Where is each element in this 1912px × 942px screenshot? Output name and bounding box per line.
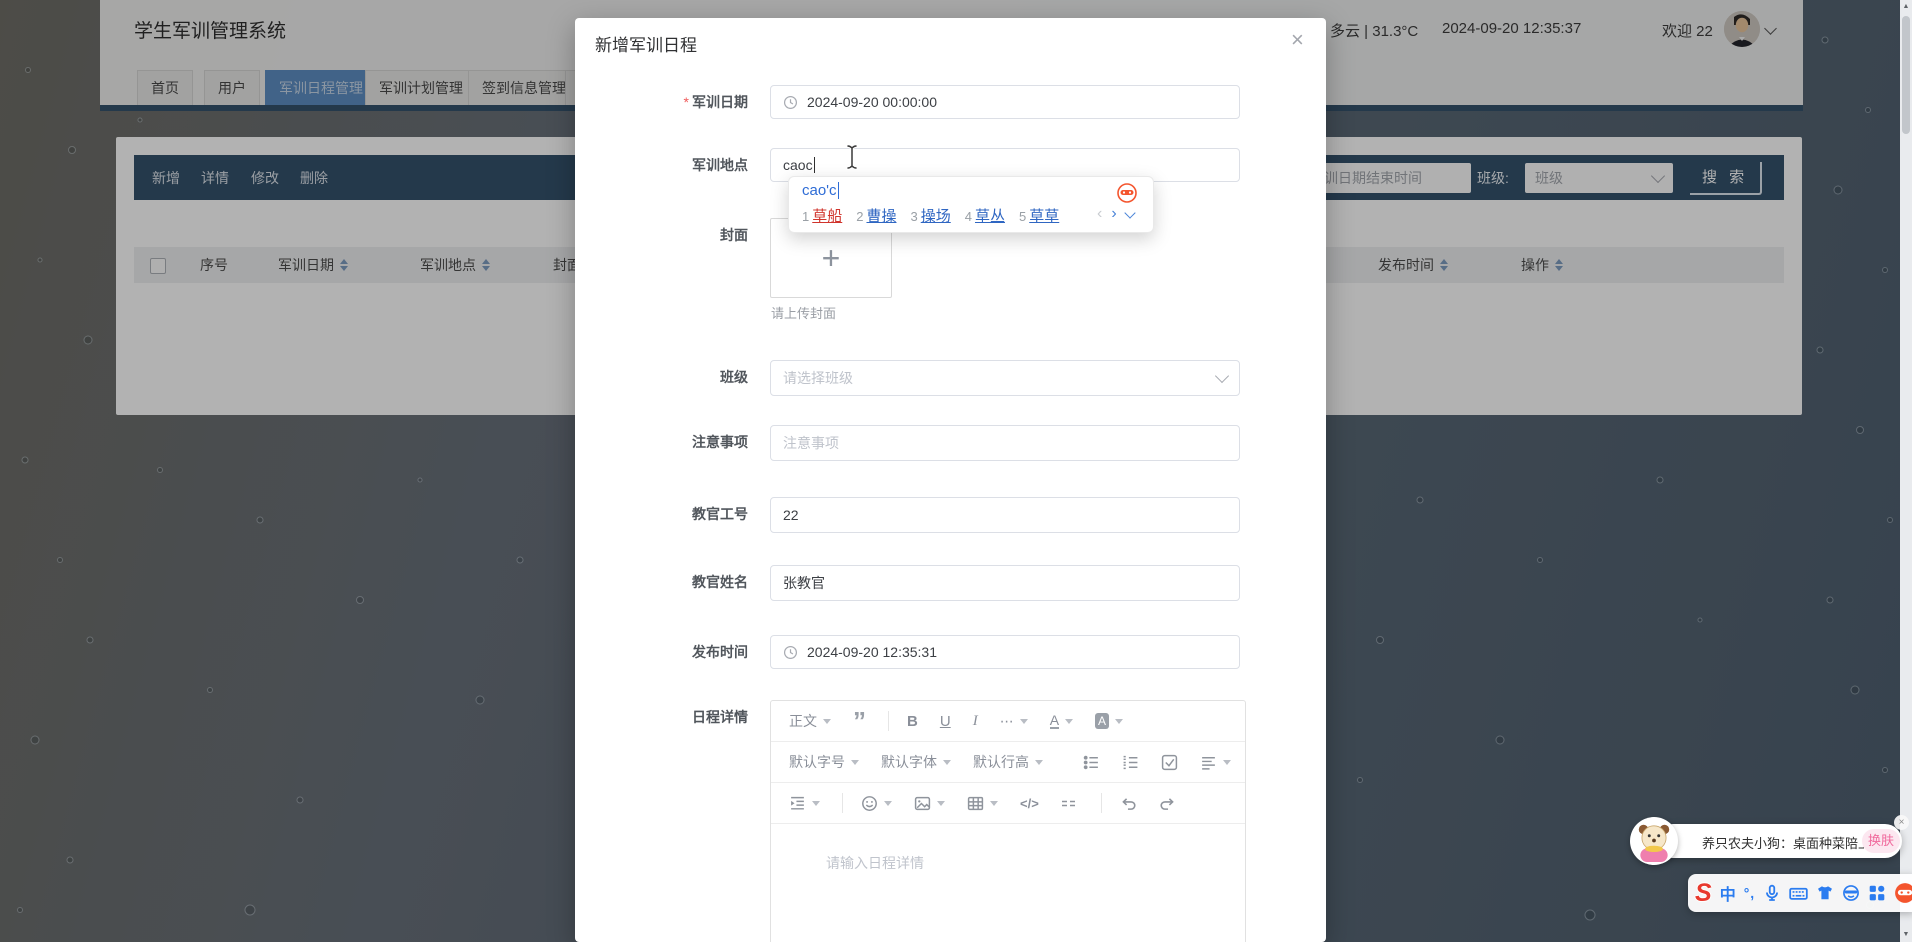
chinese-mode-icon[interactable]: 中 xyxy=(1720,881,1736,905)
divider-rule-icon[interactable] xyxy=(1061,795,1079,812)
bold-icon[interactable]: B xyxy=(907,713,918,730)
notice-input[interactable]: 注意事项 xyxy=(770,425,1240,461)
redo-icon[interactable] xyxy=(1159,795,1176,812)
toolbar-divider xyxy=(842,793,843,813)
ime-toolbar: S 中 °, xyxy=(1688,874,1912,912)
class-select-chevron-down-icon xyxy=(1215,369,1229,383)
add-schedule-modal: 新增军训日程 × *军训日期 2024-09-20 00:00:00 军训地点 … xyxy=(575,18,1326,942)
class-select[interactable]: 请选择班级 xyxy=(770,360,1240,396)
bg-color-dropdown[interactable]: A xyxy=(1095,713,1123,729)
ime-candidate-3[interactable]: 3操场 xyxy=(911,205,951,226)
skin-shirt-icon[interactable] xyxy=(1816,884,1834,902)
publish-time-label: 发布时间 xyxy=(575,642,748,662)
clock-icon xyxy=(783,645,798,660)
richtext-editor: 正文 ” B U I ⋯ A A 默认字号 默认字体 默认行高 xyxy=(770,700,1246,942)
ime-candidate-list: 1草船 2曹操 3操场 4草丛 5草草 xyxy=(802,205,1073,226)
change-skin-button[interactable]: 换肤 xyxy=(1862,829,1900,853)
sogou-ai-face-icon[interactable] xyxy=(1894,882,1912,904)
blockquote-icon[interactable]: ” xyxy=(853,714,866,728)
font-size-dropdown[interactable]: 默认字号 xyxy=(789,752,859,772)
toolbox-grid-icon[interactable] xyxy=(1868,884,1886,902)
location-value: caoc xyxy=(783,157,813,173)
cover-upload-tip: 请上传封面 xyxy=(771,303,836,322)
undo-icon[interactable] xyxy=(1120,795,1137,812)
detail-field-label: 日程详情 xyxy=(575,707,748,727)
ime-next-page-icon[interactable]: › xyxy=(1111,205,1116,223)
pet-message-bubble: 养只农夫小狗：桌面种菜陪上班 换肤 xyxy=(1656,824,1902,858)
modal-title: 新增军训日程 xyxy=(595,31,697,56)
bullet-list-icon[interactable] xyxy=(1083,754,1100,771)
notice-placeholder: 注意事项 xyxy=(783,433,839,453)
ime-paging: ‹ › xyxy=(1097,205,1134,223)
publish-time-value: 2024-09-20 12:35:31 xyxy=(807,644,937,660)
ime-composition: cao'c xyxy=(802,182,839,199)
cover-field-label: 封面 xyxy=(575,225,748,245)
dog-pet-icon xyxy=(1633,820,1675,862)
ime-caret xyxy=(838,182,839,199)
modal-close-icon[interactable]: × xyxy=(1291,27,1304,53)
plus-icon: + xyxy=(822,240,841,277)
class-field-label: 班级 xyxy=(575,367,748,387)
instructor-id-input[interactable]: 22 xyxy=(770,497,1240,533)
ime-prev-page-icon[interactable]: ‹ xyxy=(1097,205,1102,223)
punctuation-mode-icon[interactable]: °, xyxy=(1744,885,1756,901)
browser-scrollbar[interactable]: ▲ ▼ xyxy=(1900,0,1912,942)
font-color-dropdown[interactable]: A xyxy=(1050,713,1073,729)
instructor-name-value: 张教官 xyxy=(783,573,825,593)
image-dropdown[interactable] xyxy=(914,795,945,812)
todo-list-icon[interactable] xyxy=(1161,754,1178,771)
code-icon[interactable]: </> xyxy=(1020,796,1039,811)
pet-message-text: 养只农夫小狗：桌面种菜陪上班 xyxy=(1702,833,1864,852)
ordered-list-icon[interactable] xyxy=(1122,754,1139,771)
required-star: * xyxy=(684,94,689,110)
editor-toolbar-row1: 正文 ” B U I ⋯ A A xyxy=(771,701,1245,742)
desktop-screen: 学生军训管理系统 多云 | 31.3°C 2024-09-20 12:35:37… xyxy=(0,0,1912,942)
line-height-dropdown[interactable]: 默认行高 xyxy=(973,752,1043,772)
paragraph-style-dropdown[interactable]: 正文 xyxy=(789,711,831,731)
ime-candidate-2[interactable]: 2曹操 xyxy=(856,205,896,226)
pet-avatar[interactable] xyxy=(1630,817,1678,865)
italic-icon[interactable]: I xyxy=(973,713,978,730)
text-caret xyxy=(814,157,815,173)
voice-input-mic-icon[interactable] xyxy=(1763,884,1781,902)
editor-placeholder[interactable]: 请输入日程详情 xyxy=(826,853,924,873)
indent-dropdown[interactable] xyxy=(789,795,820,812)
date-value: 2024-09-20 00:00:00 xyxy=(807,94,937,110)
pet-close-icon[interactable]: × xyxy=(1894,815,1909,830)
class-select-placeholder: 请选择班级 xyxy=(783,368,853,388)
notice-field-label: 注意事项 xyxy=(575,432,748,452)
sogou-logo[interactable]: S xyxy=(1695,880,1712,907)
ime-expand-chevron-down-icon[interactable] xyxy=(1124,207,1135,218)
instructor-id-value: 22 xyxy=(783,507,799,523)
scrollbar-thumb[interactable] xyxy=(1902,16,1910,134)
scroll-up-arrow-icon[interactable]: ▲ xyxy=(1900,0,1912,14)
table-dropdown[interactable] xyxy=(967,795,998,812)
emoji-dropdown[interactable] xyxy=(861,795,892,812)
ime-candidate-5[interactable]: 5草草 xyxy=(1019,205,1059,226)
underline-icon[interactable]: U xyxy=(940,713,951,730)
instructor-id-label: 教官工号 xyxy=(575,504,748,524)
date-field-label: *军训日期 xyxy=(575,92,748,112)
align-dropdown[interactable] xyxy=(1200,754,1231,771)
font-family-dropdown[interactable]: 默认字体 xyxy=(881,752,951,772)
toolbar-divider xyxy=(1101,793,1102,813)
scroll-down-arrow-icon[interactable]: ▼ xyxy=(1900,928,1912,942)
instructor-name-input[interactable]: 张教官 xyxy=(770,565,1240,601)
ime-candidate-window: cao'c 1草船 2曹操 3操场 4草丛 5草草 ‹ › xyxy=(788,176,1154,233)
editor-toolbar-row2: 默认字号 默认字体 默认行高 xyxy=(771,742,1245,783)
more-styles-dropdown[interactable]: ⋯ xyxy=(1000,713,1028,730)
sogou-ai-icon[interactable] xyxy=(1117,183,1137,203)
soft-keyboard-icon[interactable] xyxy=(1789,884,1808,903)
instructor-name-label: 教官姓名 xyxy=(575,572,748,592)
clock-icon xyxy=(783,95,798,110)
sticker-face-icon[interactable] xyxy=(1842,884,1860,902)
mouse-ibeam-cursor xyxy=(845,144,859,170)
date-input[interactable]: 2024-09-20 00:00:00 xyxy=(770,85,1240,119)
ime-candidate-4[interactable]: 4草丛 xyxy=(965,205,1005,226)
toolbar-divider xyxy=(888,711,889,731)
ime-candidate-1[interactable]: 1草船 xyxy=(802,205,842,226)
publish-time-input[interactable]: 2024-09-20 12:35:31 xyxy=(770,635,1240,669)
editor-toolbar-row3: </> xyxy=(771,783,1245,824)
location-field-label: 军训地点 xyxy=(575,155,748,175)
